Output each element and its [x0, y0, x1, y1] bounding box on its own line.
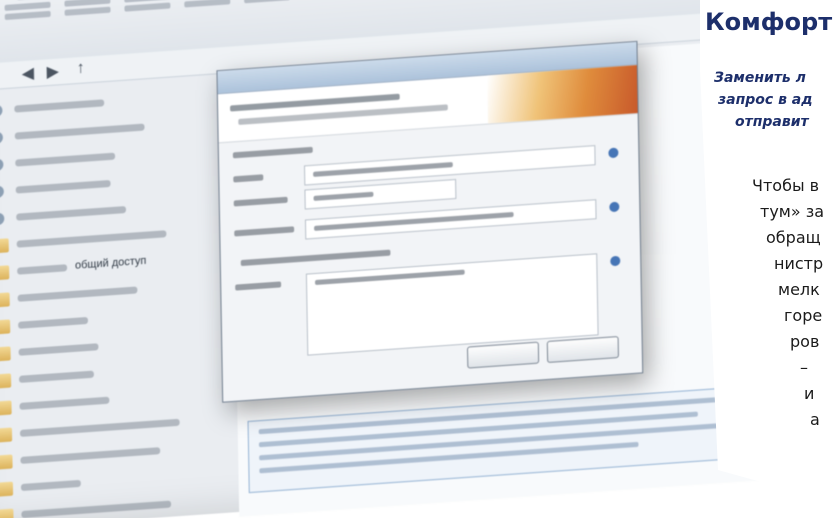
- folder-icon: [0, 454, 13, 470]
- body-line: нистр: [774, 254, 824, 273]
- body-line: горе: [784, 306, 823, 325]
- body-line: ров: [790, 332, 820, 351]
- node-icon: [0, 212, 5, 226]
- node-icon: [0, 185, 4, 199]
- lead-line: запрос в ад: [718, 92, 813, 108]
- ribbon-button-8[interactable]: [519, 0, 574, 3]
- folder-icon: [0, 481, 14, 497]
- body-line: и: [804, 384, 815, 403]
- node-icon: [0, 131, 3, 145]
- body-line: а: [810, 410, 820, 429]
- node-icon: [0, 104, 3, 118]
- lead-line: Заменить л: [714, 70, 806, 86]
- body-line: мелк: [778, 280, 820, 299]
- folder-icon: [0, 400, 12, 416]
- folder-icon: [0, 319, 11, 335]
- body-line: –: [800, 358, 808, 377]
- folder-tree: общий доступ: [0, 82, 229, 518]
- ok-button[interactable]: [466, 341, 540, 369]
- tree-item-label: общий доступ: [74, 254, 147, 272]
- dialog-body: [219, 114, 642, 402]
- node-icon: [0, 158, 4, 172]
- ribbon-button-6[interactable]: [299, 0, 400, 18]
- lead-line: отправит: [735, 114, 809, 130]
- folder-icon: [0, 427, 13, 443]
- request-dialog: [216, 40, 644, 403]
- folder-icon: [0, 265, 10, 281]
- cancel-button[interactable]: [546, 335, 619, 363]
- folder-icon: [0, 508, 14, 518]
- help-icon[interactable]: [610, 255, 621, 267]
- up-arrow-icon[interactable]: ↑: [76, 60, 84, 79]
- ribbon-button-4[interactable]: [180, 0, 235, 27]
- folder-icon: [0, 292, 10, 308]
- help-icon[interactable]: [609, 201, 620, 213]
- body-line: обращ: [766, 228, 821, 247]
- ribbon-button-2[interactable]: [60, 0, 115, 35]
- folder-icon: [0, 346, 11, 362]
- article-title: Комфорт: [705, 8, 833, 36]
- ribbon-button-7[interactable]: [459, 0, 514, 7]
- ribbon-button-5[interactable]: [240, 0, 295, 23]
- folder-icon: [0, 238, 9, 254]
- forward-arrow-icon[interactable]: ▶: [47, 61, 60, 82]
- body-line: Чтобы в: [752, 176, 820, 195]
- help-icon[interactable]: [608, 147, 619, 159]
- body-line: тум» за: [760, 202, 825, 221]
- ribbon-button-3[interactable]: [120, 0, 175, 31]
- back-arrow-icon[interactable]: ◀: [22, 63, 35, 84]
- ribbon-button-1[interactable]: [0, 0, 55, 39]
- folder-icon: [0, 373, 12, 389]
